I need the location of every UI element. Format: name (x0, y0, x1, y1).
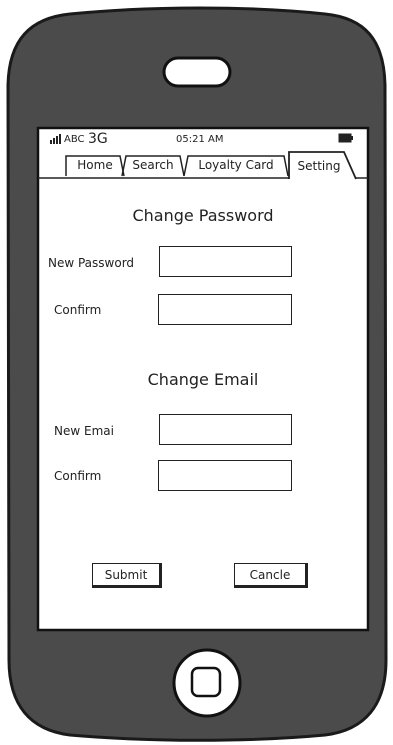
new-email-input[interactable] (159, 414, 292, 445)
tab-search[interactable]: Search (124, 155, 182, 175)
submit-button[interactable]: Submit (92, 563, 162, 588)
confirm-email-label: Confirm (54, 469, 102, 483)
cancel-button[interactable]: Cancle (234, 563, 308, 588)
tab-home[interactable]: Home (68, 155, 122, 175)
new-password-input[interactable] (159, 246, 292, 277)
confirm-password-label: Confirm (54, 303, 102, 317)
confirm-email-input[interactable] (158, 460, 292, 491)
home-button-icon[interactable] (172, 648, 242, 718)
speaker-slot-icon (162, 56, 232, 88)
new-email-label: New Emai (54, 424, 114, 438)
tab-setting[interactable]: Setting (289, 156, 349, 176)
network-label: 3G (88, 131, 108, 147)
clock: 05:21 AM (176, 134, 224, 145)
change-email-title: Change Email (147, 370, 259, 389)
carrier-label: ABC (64, 134, 85, 145)
confirm-password-input[interactable] (158, 294, 292, 325)
battery-icon (338, 133, 353, 143)
change-password-title: Change Password (132, 206, 274, 225)
new-password-label: New Password (48, 256, 135, 270)
phone-mockup: ABC 3G 05:21 AM Home Search Loyalty Card… (0, 0, 393, 745)
tab-loyalty-card[interactable]: Loyalty Card (186, 155, 286, 175)
